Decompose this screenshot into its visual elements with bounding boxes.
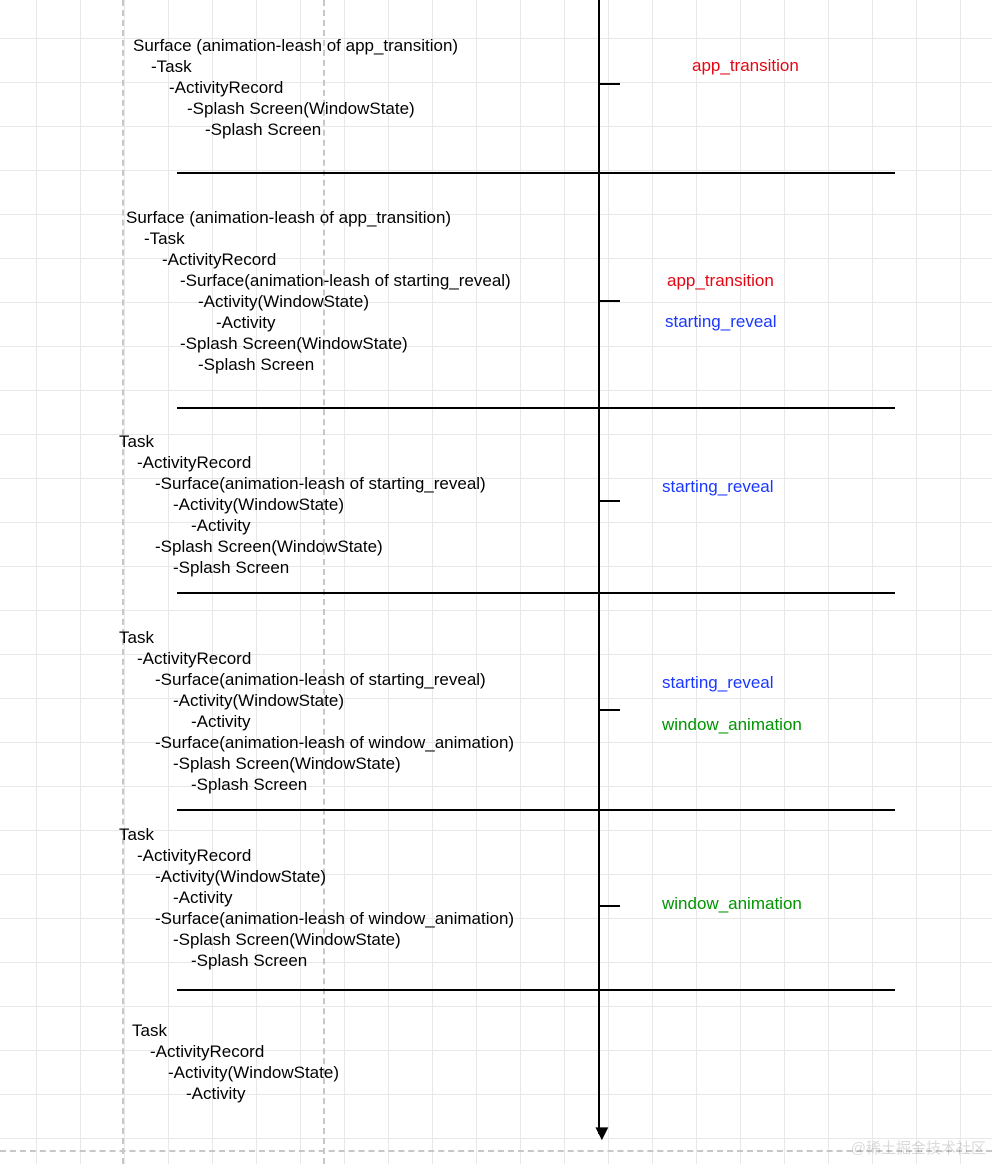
timeline-arrowhead-icon: ▼ bbox=[591, 1120, 613, 1146]
timeline-tick bbox=[598, 905, 620, 907]
tree-node-line: -Splash Screen bbox=[191, 950, 307, 971]
annotation-starting_reveal: starting_reveal bbox=[665, 311, 777, 332]
tree-node-line: -ActivityRecord bbox=[137, 452, 251, 473]
timeline-tick bbox=[598, 500, 620, 502]
dashed-guide-horizontal bbox=[0, 1150, 992, 1152]
tree-node-line: Task bbox=[119, 824, 154, 845]
tree-node-line: -Splash Screen(WindowState) bbox=[180, 333, 408, 354]
tree-node-line: -ActivityRecord bbox=[137, 648, 251, 669]
section-separator bbox=[177, 989, 895, 991]
section-separator bbox=[177, 809, 895, 811]
tree-node-line: -Activity bbox=[216, 312, 276, 333]
diagram-canvas: ▼ Surface (animation-leash of app_transit… bbox=[0, 0, 992, 1164]
tree-node-line: -Activity(WindowState) bbox=[173, 690, 344, 711]
annotation-starting_reveal: starting_reveal bbox=[662, 672, 774, 693]
watermark: @稀土掘金技术社区 bbox=[851, 1137, 986, 1158]
timeline-tick bbox=[598, 709, 620, 711]
tree-node-line: -Splash Screen bbox=[205, 119, 321, 140]
tree-node-line: -Splash Screen(WindowState) bbox=[155, 536, 383, 557]
tree-node-line: Task bbox=[119, 627, 154, 648]
section-separator bbox=[177, 407, 895, 409]
section-separator bbox=[177, 592, 895, 594]
tree-node-line: -Activity(WindowState) bbox=[155, 866, 326, 887]
tree-node-line: -ActivityRecord bbox=[169, 77, 283, 98]
timeline-tick bbox=[598, 83, 620, 85]
tree-node-line: -ActivityRecord bbox=[137, 845, 251, 866]
tree-node-line: -Splash Screen bbox=[198, 354, 314, 375]
section-separator bbox=[177, 172, 895, 174]
tree-node-line: -Activity bbox=[173, 887, 233, 908]
timeline-tick bbox=[598, 300, 620, 302]
tree-node-line: Task bbox=[119, 431, 154, 452]
tree-node-line: -Surface(animation-leash of starting_rev… bbox=[155, 473, 486, 494]
tree-node-line: -Splash Screen(WindowState) bbox=[187, 98, 415, 119]
tree-node-line: Surface (animation-leash of app_transiti… bbox=[126, 207, 451, 228]
tree-node-line: -Surface(animation-leash of window_anima… bbox=[155, 908, 514, 929]
tree-node-line: -Activity bbox=[186, 1083, 246, 1104]
tree-node-line: -Activity(WindowState) bbox=[198, 291, 369, 312]
dashed-guide-vertical bbox=[122, 0, 124, 1164]
tree-node-line: -Splash Screen(WindowState) bbox=[173, 753, 401, 774]
tree-node-line: -Splash Screen(WindowState) bbox=[173, 929, 401, 950]
annotation-starting_reveal: starting_reveal bbox=[662, 476, 774, 497]
tree-node-line: -Splash Screen bbox=[191, 774, 307, 795]
tree-node-line: -Task bbox=[151, 56, 192, 77]
tree-node-line: Task bbox=[132, 1020, 167, 1041]
annotation-app_transition: app_transition bbox=[667, 270, 774, 291]
tree-node-line: -Activity bbox=[191, 515, 251, 536]
tree-node-line: -Activity bbox=[191, 711, 251, 732]
tree-node-line: -Surface(animation-leash of window_anima… bbox=[155, 732, 514, 753]
tree-node-line: -ActivityRecord bbox=[162, 249, 276, 270]
tree-node-line: -ActivityRecord bbox=[150, 1041, 264, 1062]
tree-node-line: -Activity(WindowState) bbox=[168, 1062, 339, 1083]
annotation-window_animation: window_animation bbox=[662, 893, 802, 914]
tree-node-line: -Splash Screen bbox=[173, 557, 289, 578]
tree-node-line: -Task bbox=[144, 228, 185, 249]
annotation-window_animation: window_animation bbox=[662, 714, 802, 735]
tree-node-line: -Surface(animation-leash of starting_rev… bbox=[180, 270, 511, 291]
tree-node-line: -Surface(animation-leash of starting_rev… bbox=[155, 669, 486, 690]
annotation-app_transition: app_transition bbox=[692, 55, 799, 76]
tree-node-line: Surface (animation-leash of app_transiti… bbox=[133, 35, 458, 56]
tree-node-line: -Activity(WindowState) bbox=[173, 494, 344, 515]
timeline-axis bbox=[598, 0, 600, 1134]
